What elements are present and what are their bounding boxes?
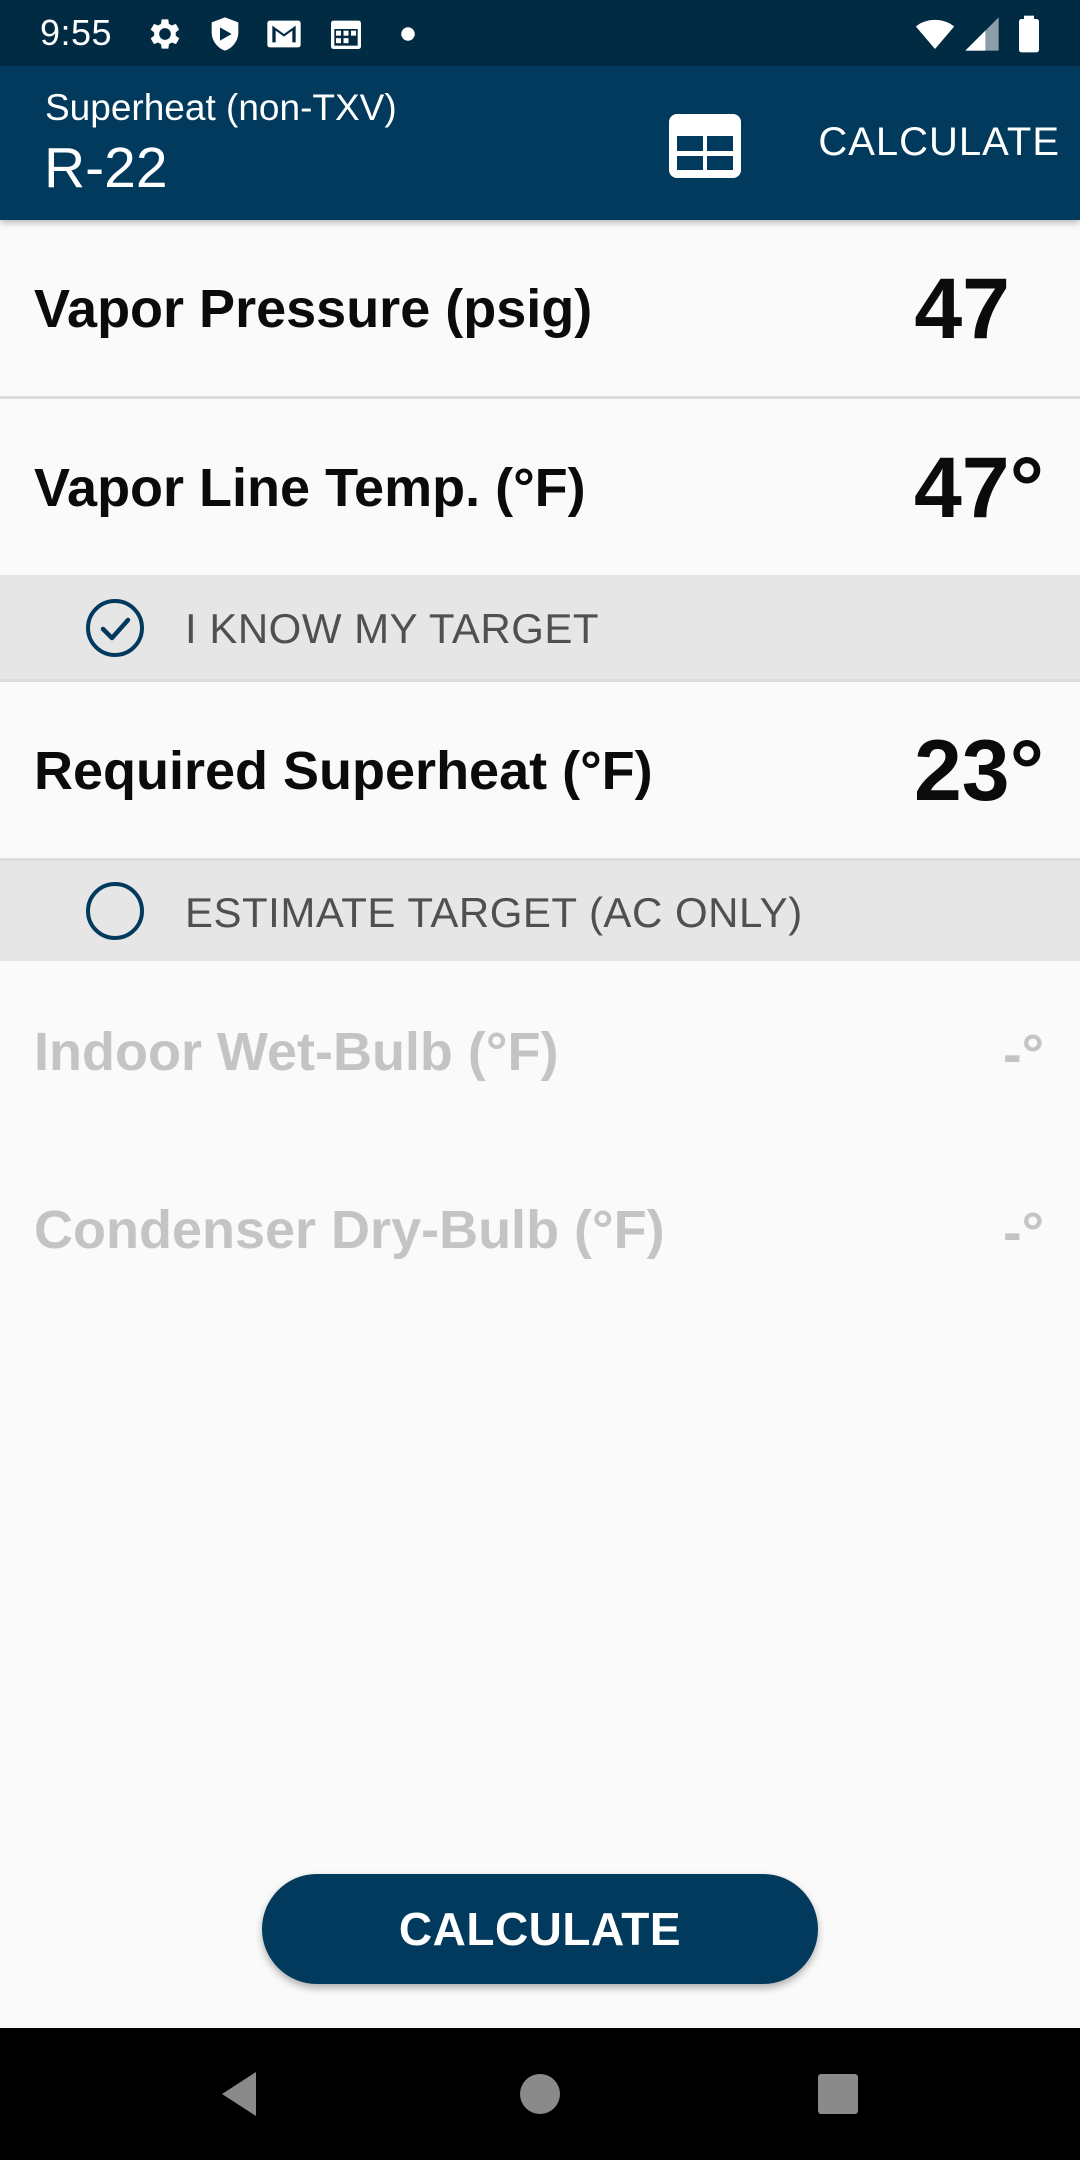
radio-checked-icon[interactable] (84, 597, 146, 659)
header-calculate-button[interactable]: CALCULATE (790, 118, 1060, 166)
calendar-icon (326, 14, 366, 54)
indoor-wet-bulb-value[interactable]: -° (1003, 1021, 1044, 1086)
app-title: R-22 (44, 136, 168, 200)
app-subtitle: Superheat (non-TXV) (45, 87, 397, 128)
radio-unchecked-icon[interactable] (84, 880, 146, 942)
gear-icon (145, 14, 185, 54)
signal-icon (962, 14, 1002, 54)
app-bar: Superheat (non-TXV) R-22 CALCULATE (0, 66, 1080, 220)
condenser-dry-bulb-label: Condenser Dry-Bulb (°F) (34, 1200, 665, 1260)
battery-icon (1014, 14, 1044, 54)
vapor-pressure-row[interactable]: Vapor Pressure (psig) 47 (0, 220, 1080, 396)
required-superheat-label: Required Superheat (°F) (34, 741, 653, 801)
estimate-target-option[interactable]: ESTIMATE TARGET (AC ONLY) (0, 861, 1080, 961)
know-target-option[interactable]: I KNOW MY TARGET (0, 575, 1080, 681)
know-target-label: I KNOW MY TARGET (185, 605, 600, 652)
estimate-target-label: ESTIMATE TARGET (AC ONLY) (185, 889, 803, 936)
status-bar: 9:55 (0, 0, 1080, 66)
recents-icon[interactable] (810, 2066, 866, 2122)
indoor-wet-bulb-label: Indoor Wet-Bulb (°F) (34, 1022, 559, 1082)
table-view-button[interactable] (660, 106, 750, 186)
shield-icon (205, 14, 245, 54)
back-icon[interactable] (212, 2066, 268, 2122)
vapor-pressure-value[interactable]: 47 (914, 260, 1010, 359)
indoor-wet-bulb-row[interactable]: Indoor Wet-Bulb (°F) -° (0, 961, 1080, 1137)
required-superheat-row[interactable]: Required Superheat (°F) 23° (0, 682, 1080, 858)
navigation-bar (0, 2028, 1080, 2160)
required-superheat-value[interactable]: 23° (914, 722, 1044, 821)
status-time: 9:55 (40, 12, 113, 53)
gmail-icon (264, 14, 304, 54)
condenser-dry-bulb-value[interactable]: -° (1003, 1199, 1044, 1264)
home-icon[interactable] (512, 2066, 568, 2122)
dot-icon (390, 14, 426, 54)
wifi-icon (912, 14, 958, 54)
vapor-line-temp-value[interactable]: 47° (914, 439, 1044, 538)
condenser-dry-bulb-row[interactable]: Condenser Dry-Bulb (°F) -° (0, 1137, 1080, 1313)
vapor-line-temp-row[interactable]: Vapor Line Temp. (°F) 47° (0, 399, 1080, 575)
vapor-line-temp-label: Vapor Line Temp. (°F) (34, 458, 586, 518)
table-icon (669, 114, 741, 178)
calculate-button[interactable]: CALCULATE (262, 1874, 818, 1984)
vapor-pressure-label: Vapor Pressure (psig) (34, 279, 593, 339)
